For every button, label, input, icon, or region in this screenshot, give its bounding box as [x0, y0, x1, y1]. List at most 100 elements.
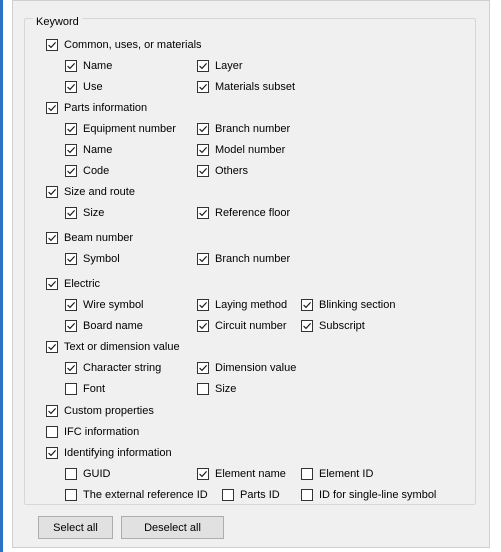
checkbox-board-name[interactable]: Board name — [65, 319, 143, 333]
checkbox-box[interactable] — [65, 81, 77, 93]
checkbox-box[interactable] — [46, 102, 58, 114]
checkbox-box[interactable] — [197, 81, 209, 93]
checkbox-common-uses-materials[interactable]: Common, uses, or materials — [46, 38, 202, 52]
checkbox-label: Branch number — [215, 123, 291, 135]
checkbox-label: Name — [83, 60, 113, 72]
checkbox-subscript[interactable]: Subscript — [301, 319, 365, 333]
checkbox-box[interactable] — [65, 60, 77, 72]
checkbox-box[interactable] — [301, 299, 313, 311]
checkbox-use[interactable]: Use — [65, 80, 103, 94]
checkbox-laying-method[interactable]: Laying method — [197, 298, 287, 312]
checkbox-label: Layer — [215, 60, 243, 72]
checkbox-label: Text or dimension value — [64, 341, 180, 353]
select-all-button[interactable]: Select all — [38, 516, 113, 539]
checkbox-box[interactable] — [65, 299, 77, 311]
checkbox-box[interactable] — [301, 489, 313, 501]
checkbox-ifc-information[interactable]: IFC information — [46, 425, 139, 439]
check-mark-icon — [199, 255, 208, 263]
checkbox-label: Dimension value — [215, 362, 297, 374]
checkbox-box[interactable] — [197, 383, 209, 395]
checkbox-element-name[interactable]: Element name — [197, 467, 286, 481]
checkbox-box[interactable] — [46, 426, 58, 438]
checkbox-text-or-dimension-value[interactable]: Text or dimension value — [46, 340, 180, 354]
checkbox-branch-number[interactable]: Branch number — [197, 122, 290, 136]
checkbox-wire-symbol[interactable]: Wire symbol — [65, 298, 144, 312]
checkbox-box[interactable] — [301, 320, 313, 332]
checkbox-box[interactable] — [222, 489, 234, 501]
check-mark-icon — [48, 407, 57, 415]
check-mark-icon — [67, 146, 76, 154]
checkbox-reference-floor[interactable]: Reference floor — [197, 206, 290, 220]
checkbox-font[interactable]: Font — [65, 382, 105, 396]
checkbox-name[interactable]: Name — [65, 59, 112, 73]
check-mark-icon — [199, 167, 208, 175]
checkbox-label: Laying method — [215, 299, 288, 311]
checkbox-model-number[interactable]: Model number — [197, 143, 285, 157]
checkbox-box[interactable] — [197, 207, 209, 219]
checkbox-text-size[interactable]: Size — [197, 382, 236, 396]
checkbox-box[interactable] — [46, 278, 58, 290]
checkbox-beam-number[interactable]: Beam number — [46, 231, 133, 245]
checkbox-materials-subset[interactable]: Materials subset — [197, 80, 295, 94]
checkbox-box[interactable] — [65, 489, 77, 501]
checkbox-box[interactable] — [46, 232, 58, 244]
checkbox-label: Reference floor — [215, 207, 291, 219]
checkbox-box[interactable] — [46, 405, 58, 417]
checkbox-parts-name[interactable]: Name — [65, 143, 112, 157]
checkbox-box[interactable] — [65, 468, 77, 480]
checkbox-label: ID for single-line symbol — [319, 489, 437, 501]
checkbox-custom-properties[interactable]: Custom properties — [46, 404, 154, 418]
checkbox-parts-id[interactable]: Parts ID — [222, 488, 280, 502]
check-mark-icon — [48, 234, 57, 242]
checkbox-box[interactable] — [301, 468, 313, 480]
checkbox-box[interactable] — [197, 60, 209, 72]
checkbox-dimension-value[interactable]: Dimension value — [197, 361, 296, 375]
checkbox-single-line-symbol-id[interactable]: ID for single-line symbol — [301, 488, 436, 502]
checkbox-beam-branch-number[interactable]: Branch number — [197, 252, 290, 266]
checkbox-guid[interactable]: GUID — [65, 467, 111, 481]
checkbox-circuit-number[interactable]: Circuit number — [197, 319, 287, 333]
checkbox-box[interactable] — [46, 447, 58, 459]
checkbox-label: Wire symbol — [83, 299, 144, 311]
checkbox-box[interactable] — [65, 123, 77, 135]
checkbox-symbol[interactable]: Symbol — [65, 252, 120, 266]
checkbox-electric[interactable]: Electric — [46, 277, 100, 291]
checkbox-box[interactable] — [46, 39, 58, 51]
checkbox-code[interactable]: Code — [65, 164, 109, 178]
checkbox-layer[interactable]: Layer — [197, 59, 243, 73]
checkbox-parts-information[interactable]: Parts information — [46, 101, 147, 115]
checkbox-box[interactable] — [197, 123, 209, 135]
checkbox-character-string[interactable]: Character string — [65, 361, 161, 375]
checkbox-box[interactable] — [46, 186, 58, 198]
checkbox-element-id[interactable]: Element ID — [301, 467, 373, 481]
checkbox-others[interactable]: Others — [197, 164, 248, 178]
checkbox-label: Materials subset — [215, 81, 296, 93]
checkbox-box[interactable] — [197, 468, 209, 480]
checkbox-blinking-section[interactable]: Blinking section — [301, 298, 395, 312]
check-mark-icon — [67, 301, 76, 309]
checkbox-box[interactable] — [65, 383, 77, 395]
checkbox-label: IFC information — [64, 426, 140, 438]
checkbox-box[interactable] — [65, 320, 77, 332]
check-mark-icon — [48, 343, 57, 351]
checkbox-label: Circuit number — [215, 320, 287, 332]
checkbox-equipment-number[interactable]: Equipment number — [65, 122, 176, 136]
keyword-group-title: Keyword — [33, 15, 82, 29]
checkbox-box[interactable] — [197, 144, 209, 156]
checkbox-box[interactable] — [197, 362, 209, 374]
checkbox-box[interactable] — [46, 341, 58, 353]
checkbox-box[interactable] — [197, 165, 209, 177]
checkbox-box[interactable] — [65, 253, 77, 265]
checkbox-box[interactable] — [65, 362, 77, 374]
checkbox-external-reference-id[interactable]: The external reference ID — [65, 488, 208, 502]
checkbox-box[interactable] — [197, 253, 209, 265]
checkbox-box[interactable] — [65, 165, 77, 177]
checkbox-size-and-route[interactable]: Size and route — [46, 185, 135, 199]
checkbox-box[interactable] — [197, 320, 209, 332]
checkbox-box[interactable] — [65, 144, 77, 156]
checkbox-size[interactable]: Size — [65, 206, 104, 220]
checkbox-identifying-information[interactable]: Identifying information — [46, 446, 172, 460]
checkbox-box[interactable] — [65, 207, 77, 219]
deselect-all-button[interactable]: Deselect all — [121, 516, 224, 539]
checkbox-box[interactable] — [197, 299, 209, 311]
